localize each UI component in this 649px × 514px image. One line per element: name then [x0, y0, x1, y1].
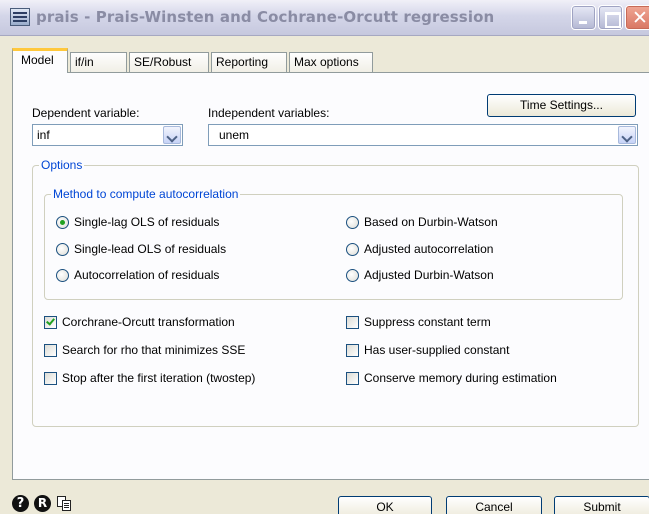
chevron-down-icon[interactable] — [163, 126, 181, 144]
tab-panel-model: Dependent variable: inf Independent vari… — [12, 72, 649, 480]
independent-variables-label: Independent variables: — [208, 106, 330, 120]
independent-variables-combo[interactable]: unem — [208, 124, 638, 146]
checkbox — [44, 316, 57, 329]
checkbox-label: Has user-supplied constant — [364, 343, 510, 357]
window-title: prais - Prais-Winsten and Cochrane-Orcut… — [36, 8, 495, 26]
options-group-title: Options — [39, 158, 85, 172]
radio-label: Adjusted Durbin-Watson — [364, 268, 494, 282]
dependent-variable-combo[interactable]: inf — [32, 124, 183, 146]
checkbox — [44, 372, 57, 385]
copy-page-front — [62, 500, 71, 511]
minimize-button[interactable] — [571, 5, 596, 30]
submit-button[interactable]: Submit — [554, 496, 649, 514]
ok-button[interactable]: OK — [338, 496, 432, 514]
radio-circle — [346, 243, 359, 256]
radio-label: Single-lead OLS of residuals — [74, 242, 227, 256]
title-bar[interactable]: prais - Prais-Winsten and Cochrane-Orcut… — [0, 0, 649, 36]
maximize-button[interactable] — [598, 5, 623, 30]
radio-label: Adjusted autocorrelation — [364, 242, 494, 256]
checkmark-icon — [46, 316, 55, 326]
radio-circle — [56, 216, 69, 229]
dependent-variable-value: inf — [37, 128, 50, 142]
tab-se-robust[interactable]: SE/Robust — [129, 52, 209, 72]
radio-circle — [56, 243, 69, 256]
app-icon — [10, 8, 30, 26]
radio-circle — [346, 216, 359, 229]
checkbox — [346, 372, 359, 385]
checkbox-label: Stop after the first iteration (twostep) — [62, 371, 256, 385]
tab-model[interactable]: Model — [12, 48, 68, 73]
radio-label: Autocorrelation of residuals — [74, 268, 220, 282]
checkbox — [44, 344, 57, 357]
checkbox-label: Corchrane-Orcutt transformation — [62, 315, 235, 329]
tab-max-options[interactable]: Max options — [289, 52, 373, 72]
dependent-variable-label: Dependent variable: — [32, 106, 140, 120]
help-icon[interactable]: ? — [12, 495, 29, 512]
radio-label: Single-lag OLS of residuals — [74, 215, 220, 229]
tab-if-in[interactable]: if/in — [70, 52, 127, 72]
radio-label: Based on Durbin-Watson — [364, 215, 498, 229]
checkbox — [346, 344, 359, 357]
method-group-title: Method to compute autocorrelation — [51, 187, 241, 201]
copy-icon[interactable] — [56, 495, 73, 512]
checkbox-label: Suppress constant term — [364, 315, 491, 329]
checkbox-label: Search for rho that minimizes SSE — [62, 343, 246, 357]
method-group: Method to compute autocorrelation Single… — [44, 187, 623, 300]
radio-circle — [56, 269, 69, 282]
checkbox — [346, 316, 359, 329]
close-button[interactable]: ✕ — [625, 5, 649, 30]
independent-variables-value: unem — [219, 128, 250, 142]
options-group: Options Method to compute autocorrelatio… — [32, 158, 639, 427]
chevron-down-icon[interactable] — [618, 126, 636, 144]
checkbox-label: Conserve memory during estimation — [364, 371, 557, 385]
tab-reporting[interactable]: Reporting — [211, 52, 287, 72]
reset-icon[interactable]: R — [34, 495, 51, 512]
dialog-window: prais - Prais-Winsten and Cochrane-Orcut… — [0, 0, 649, 514]
radio-selected-dot — [60, 220, 65, 225]
close-icon: ✕ — [632, 7, 648, 29]
radio-circle — [346, 269, 359, 282]
time-settings-button[interactable]: Time Settings... — [487, 94, 636, 117]
cancel-button[interactable]: Cancel — [446, 496, 542, 514]
